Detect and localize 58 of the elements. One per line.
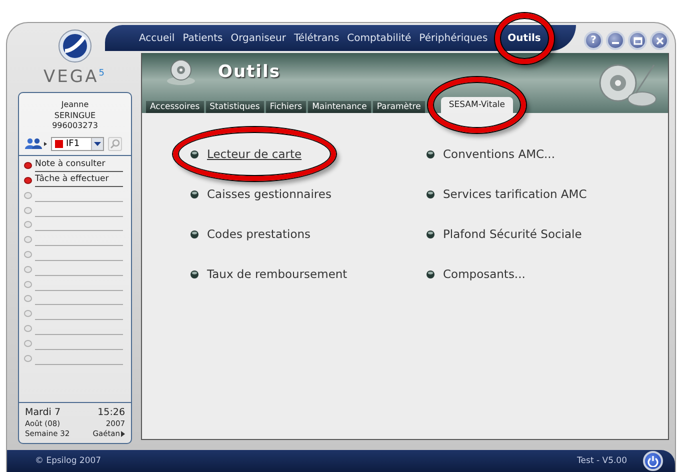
logo-icon [58, 29, 92, 63]
disc-icon [164, 57, 198, 87]
profile-dropdown[interactable]: IF1 [51, 136, 104, 150]
caret-icon [94, 142, 101, 146]
minimize-button[interactable] [606, 31, 625, 50]
menu-link[interactable]: Conventions AMC... [443, 147, 555, 161]
caret-button[interactable] [91, 138, 103, 150]
minimize-icon [612, 42, 619, 44]
tab[interactable]: SESAM-Vitale [440, 97, 514, 113]
tab[interactable]: Fichiers [266, 101, 306, 113]
close-icon [654, 36, 664, 46]
bullet-icon [426, 270, 435, 278]
version-text: Test - V5.00 [577, 456, 627, 466]
maximize-button[interactable] [628, 31, 647, 50]
users-icon [25, 138, 47, 150]
menu-item[interactable]: Télétrans [294, 32, 340, 44]
note-link[interactable]: Tâche à effectuer [35, 173, 123, 188]
bullet-icon [190, 230, 199, 238]
power-icon [647, 455, 659, 467]
copyright-text: © Epsilog 2007 [35, 456, 102, 466]
menu-link[interactable]: Composants... [443, 267, 526, 281]
menu-item[interactable]: Accueil [139, 32, 175, 44]
bullet-icon [190, 190, 199, 198]
menu-item[interactable]: Organiseur [230, 32, 286, 44]
menu-link[interactable]: Taux de remboursement [207, 267, 348, 281]
page-title: Outils [218, 62, 280, 82]
time-label: 15:26 [98, 407, 125, 419]
tab[interactable]: Paramètre [372, 101, 425, 113]
tab[interactable]: Accessoires [146, 101, 204, 113]
bullet-icon [190, 270, 199, 278]
menu-link[interactable]: Lecteur de carte [207, 147, 302, 161]
menu-item[interactable]: Patients [182, 32, 223, 44]
menu-link[interactable]: Codes prestations [207, 227, 311, 241]
menu-link[interactable]: Caisses gestionnaires [207, 187, 332, 201]
note-link[interactable]: Note à consulter [35, 158, 123, 172]
brand-logo: VEGA$^{5}$ [44, 67, 106, 87]
bullet-icon [426, 190, 435, 198]
arrow-icon [121, 431, 125, 437]
dropdown-value: IF1 [66, 138, 81, 148]
user-last-name: SERINGUE [53, 110, 97, 121]
user-number: 996003273 [51, 121, 99, 132]
close-button[interactable] [650, 31, 669, 50]
power-button[interactable] [643, 451, 663, 471]
menu-link[interactable]: Services tarification AMC [443, 187, 587, 201]
menu-item[interactable]: Outils [508, 32, 541, 44]
tab[interactable]: Statistiques [206, 101, 264, 113]
menu-link[interactable]: Plafond Sécurité Sociale [443, 227, 582, 241]
window-icon [632, 36, 642, 46]
user-first-name: Jeanne [60, 100, 90, 110]
search-icon [110, 138, 120, 148]
bullet-icon [426, 150, 435, 158]
menu-item[interactable]: Périphériques [419, 32, 488, 44]
menu-item[interactable]: Comptabilité [347, 32, 412, 44]
bullet-icon [190, 150, 199, 158]
highlight-ellipse [494, 12, 554, 64]
bullet-icon [426, 230, 435, 238]
tab[interactable]: Maintenance [308, 101, 371, 113]
day-label: Mardi 7 [25, 407, 60, 419]
